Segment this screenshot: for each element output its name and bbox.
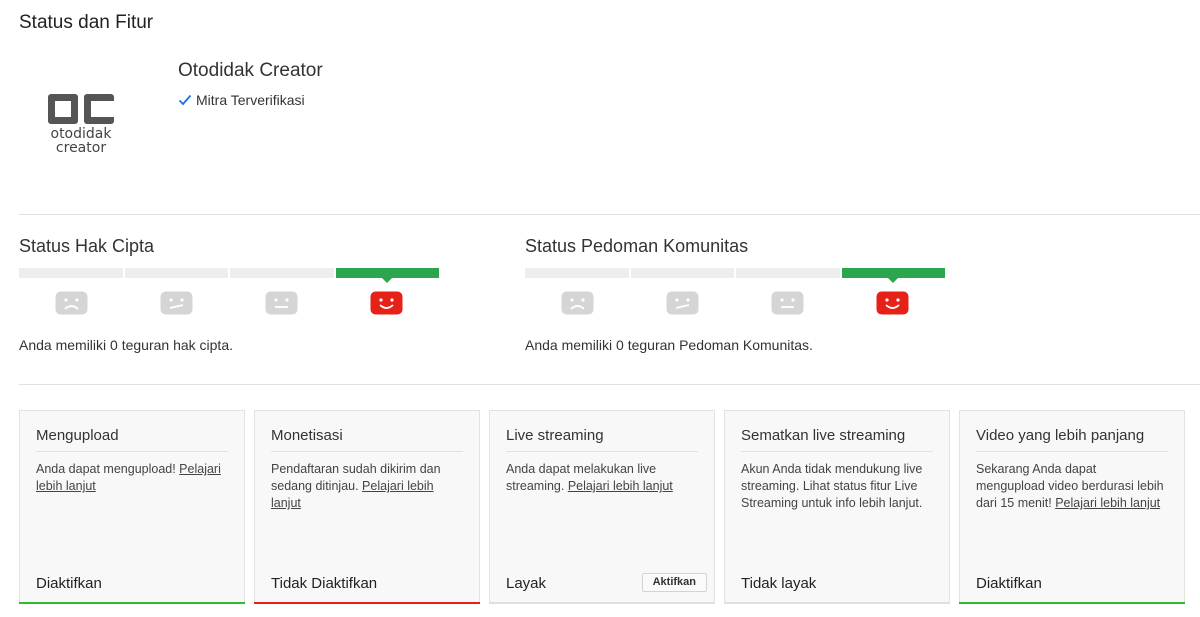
copyright-status-title: Status Hak Cipta: [19, 236, 155, 256]
copyright-status-text: Anda memiliki 0 teguran hak cipta.: [19, 337, 233, 353]
verified-status: Mitra Terverifikasi: [178, 92, 305, 108]
feature-card-description: Anda dapat melakukan live streaming. Pel…: [506, 461, 698, 495]
status-features-page: Status dan Fitur otodidak creator Otodid…: [0, 0, 1200, 617]
divider: [19, 214, 1200, 215]
feature-card-title: Video yang lebih panjang: [976, 427, 1168, 452]
feature-card-text: Akun Anda tidak mendukung live streaming…: [741, 462, 923, 510]
strike-segment-active: [335, 268, 439, 283]
feature-status: Diaktifkan: [36, 575, 102, 592]
verified-label: Mitra Terverifikasi: [196, 92, 305, 108]
strike-segment: [630, 268, 734, 278]
channel-name: Otodidak Creator: [178, 60, 323, 81]
frown-face-icon: [160, 291, 193, 315]
feature-card-monetization: Monetisasi Pendaftaran sudah dikirim dan…: [254, 410, 480, 604]
feature-status: Diaktifkan: [976, 575, 1042, 592]
status-indicator-bar: [489, 602, 715, 604]
status-indicator-bar: [19, 602, 245, 604]
feature-status: Layak: [506, 575, 547, 592]
feature-card-description: Pendaftaran sudah dikirim dan sedang dit…: [271, 461, 463, 512]
neutral-face-icon: [265, 291, 298, 315]
checkmark-icon: [178, 94, 192, 106]
strike-segment-active: [841, 268, 945, 283]
feature-status: Tidak layak: [741, 575, 817, 592]
strike-segment: [736, 268, 840, 278]
feature-card-text: Anda dapat mengupload!: [36, 462, 180, 476]
feature-card-title: Live streaming: [506, 427, 698, 452]
community-strike-bar: [525, 268, 945, 283]
community-face-row: [525, 291, 945, 315]
strike-segment: [525, 268, 629, 278]
strike-segment: [230, 268, 334, 278]
status-indicator-bar: [959, 602, 1185, 604]
feature-card-longer-videos: Video yang lebih panjang Sekarang Anda d…: [959, 410, 1185, 604]
copyright-face-row: [19, 291, 439, 315]
sad-face-icon: [561, 291, 594, 315]
status-indicator-bar: [724, 602, 950, 604]
copyright-strike-bar: [19, 268, 439, 283]
learn-more-link[interactable]: Pelajari lebih lanjut: [568, 479, 673, 493]
copyright-status-section: Status Hak Cipta Anda memiliki 0 teguran…: [19, 236, 459, 353]
logo-line2: creator: [56, 140, 106, 155]
frown-face-icon: [666, 291, 699, 315]
divider: [19, 384, 1200, 385]
feature-card-upload: Mengupload Anda dapat mengupload! Pelaja…: [19, 410, 245, 604]
enable-button[interactable]: Aktifkan: [641, 573, 707, 592]
happy-face-icon: [876, 291, 909, 315]
feature-card-live-streaming: Live streaming Anda dapat melakukan live…: [489, 410, 715, 604]
happy-face-icon: [370, 291, 403, 315]
page-title: Status dan Fitur: [19, 12, 154, 33]
community-status-section: Status Pedoman Komunitas Anda memiliki 0…: [525, 236, 965, 353]
community-status-text: Anda memiliki 0 teguran Pedoman Komunita…: [525, 337, 813, 353]
feature-card-embed-live: Sematkan live streaming Akun Anda tidak …: [724, 410, 950, 604]
feature-card-description: Anda dapat mengupload! Pelajari lebih la…: [36, 461, 228, 495]
strike-segment: [124, 268, 228, 278]
feature-card-description: Akun Anda tidak mendukung live streaming…: [741, 461, 933, 512]
feature-card-title: Mengupload: [36, 427, 228, 452]
status-indicator-bar: [254, 602, 480, 604]
channel-logo: otodidak creator: [48, 94, 114, 155]
feature-card-description: Sekarang Anda dapat mengupload video ber…: [976, 461, 1168, 512]
strike-segment: [19, 268, 123, 278]
sad-face-icon: [55, 291, 88, 315]
feature-card-title: Monetisasi: [271, 427, 463, 452]
feature-status: Tidak Diaktifkan: [271, 575, 378, 592]
learn-more-link[interactable]: Pelajari lebih lanjut: [1055, 496, 1160, 510]
feature-card-title: Sematkan live streaming: [741, 427, 933, 452]
community-status-title: Status Pedoman Komunitas: [525, 236, 749, 256]
neutral-face-icon: [771, 291, 804, 315]
